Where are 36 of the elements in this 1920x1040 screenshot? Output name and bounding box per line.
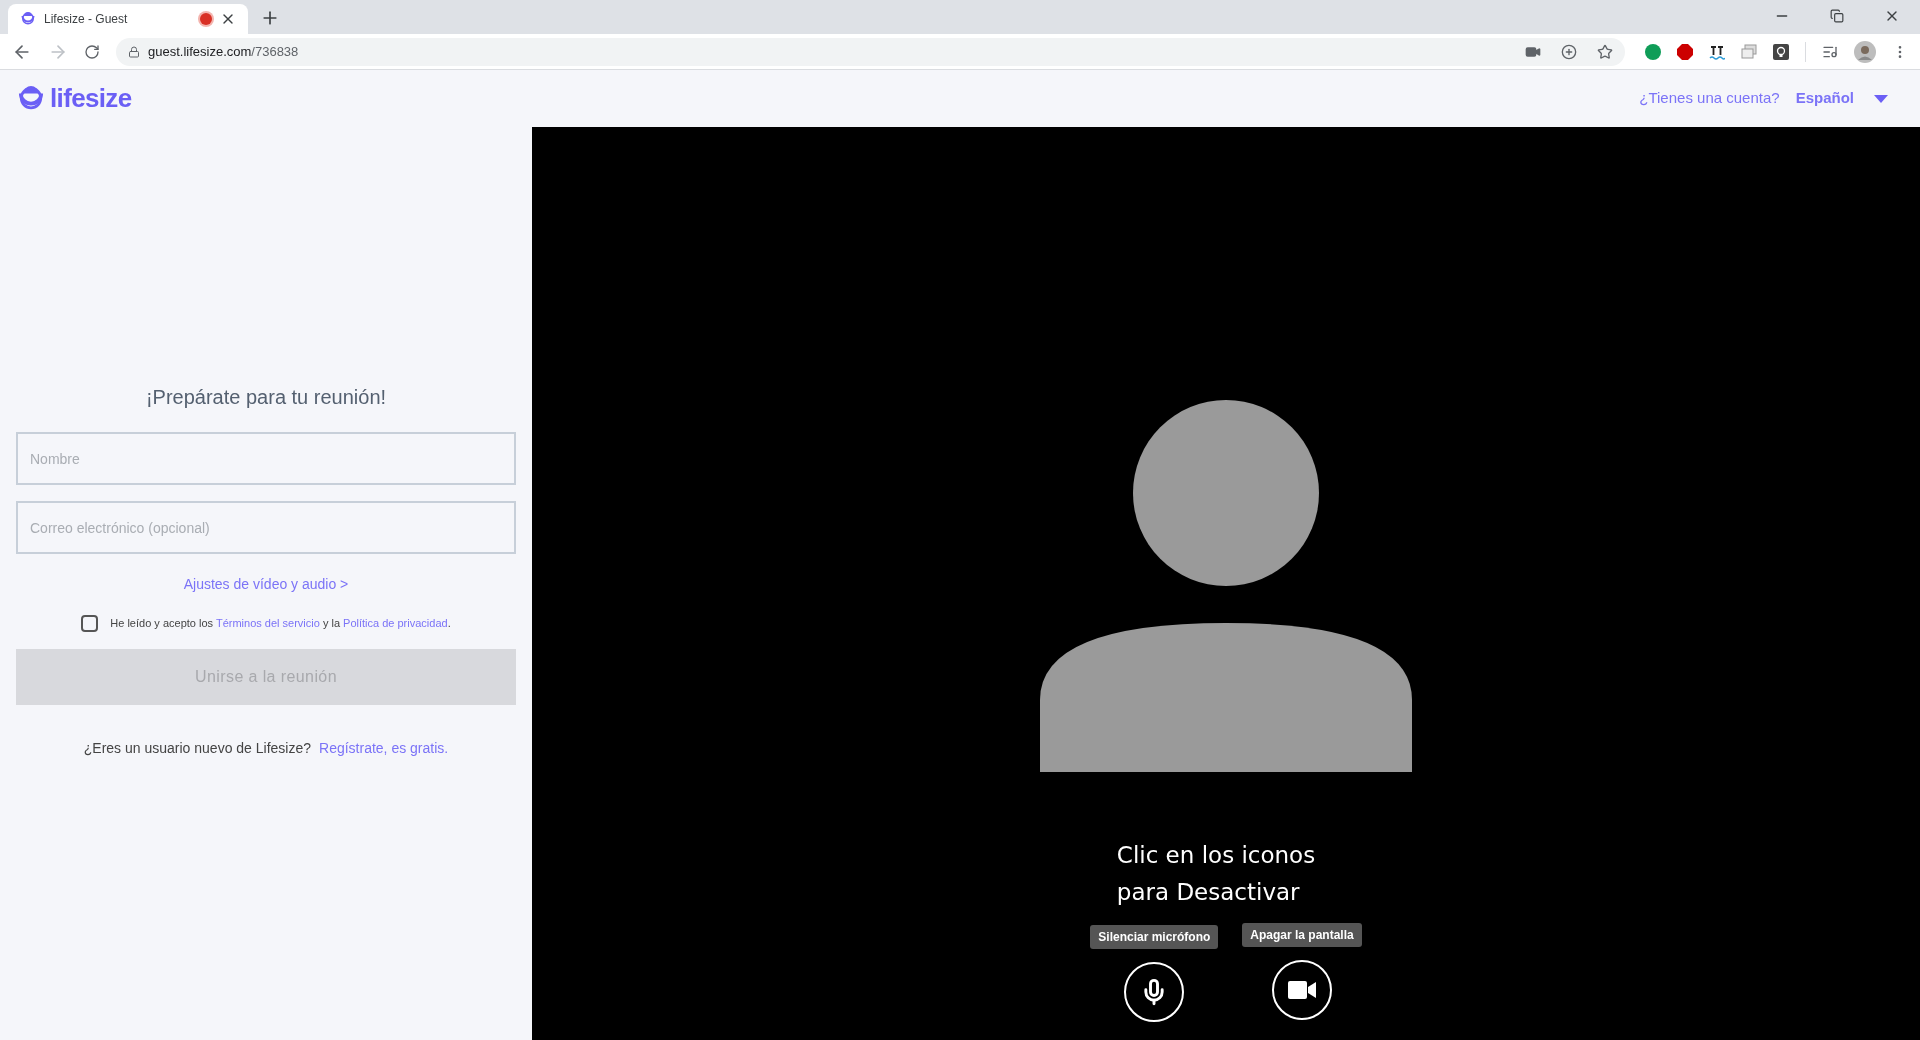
lightbulb-icon[interactable] bbox=[1773, 43, 1789, 60]
terms-link[interactable]: Términos del servicio bbox=[215, 617, 320, 630]
camera-button[interactable] bbox=[1272, 960, 1332, 1020]
privacy-link[interactable]: Política de privacidad bbox=[343, 617, 448, 630]
install-icon[interactable] bbox=[1561, 43, 1577, 60]
signup-link[interactable]: Regístrate, es gratis. bbox=[319, 738, 449, 759]
terms-text: He leído y acepto los Términos del servicio y la Política de privacidad. bbox=[110, 616, 451, 632]
language-dropdown[interactable]: Español bbox=[1795, 87, 1904, 110]
logo-icon bbox=[16, 85, 46, 112]
caret-icon bbox=[1874, 94, 1888, 103]
tooltip: Apagar la pantalla bbox=[1242, 923, 1362, 947]
account-link[interactable]: ¿Tienes una cuenta? bbox=[1639, 87, 1780, 110]
mute-button[interactable] bbox=[1124, 962, 1185, 1022]
tooltip: Silenciar micrófono bbox=[1090, 925, 1219, 949]
stop-sign-icon[interactable] bbox=[1677, 43, 1693, 60]
browser-tab[interactable]: Lifesize - Guest bbox=[8, 4, 248, 34]
reload-icon[interactable] bbox=[84, 43, 100, 60]
logo-text: lifesize bbox=[50, 82, 132, 115]
settings-link[interactable]: Ajustes de vídeo y audio > bbox=[183, 574, 349, 595]
name-field[interactable]: Nombre bbox=[16, 432, 516, 485]
url-text: guest.lifesize.com/736838 bbox=[148, 42, 300, 61]
bookmark-star-icon[interactable] bbox=[1597, 43, 1613, 60]
logo-icon bbox=[20, 11, 36, 27]
wave-icon[interactable] bbox=[1709, 43, 1725, 60]
email-field[interactable]: Correo electrónico (opcional) bbox=[16, 501, 516, 554]
form-heading: ¡Prepárate para tu reunión! bbox=[144, 385, 388, 410]
avatar-icon[interactable] bbox=[1854, 40, 1876, 63]
video-camera-icon bbox=[1288, 980, 1316, 1000]
instruction-caption: Clic en los iconos para Desactivar bbox=[1116, 841, 1316, 907]
signup-question: ¿Eres un usuario nuevo de Lifesize? bbox=[83, 739, 312, 758]
lock-icon bbox=[128, 45, 140, 58]
address-field[interactable]: guest.lifesize.com/736838 bbox=[116, 37, 1625, 66]
tab-title: Lifesize - Guest bbox=[44, 11, 129, 27]
restore-icon[interactable] bbox=[1830, 9, 1844, 23]
person-silhouette-icon bbox=[1040, 400, 1412, 772]
terms-checkbox[interactable] bbox=[81, 615, 99, 632]
